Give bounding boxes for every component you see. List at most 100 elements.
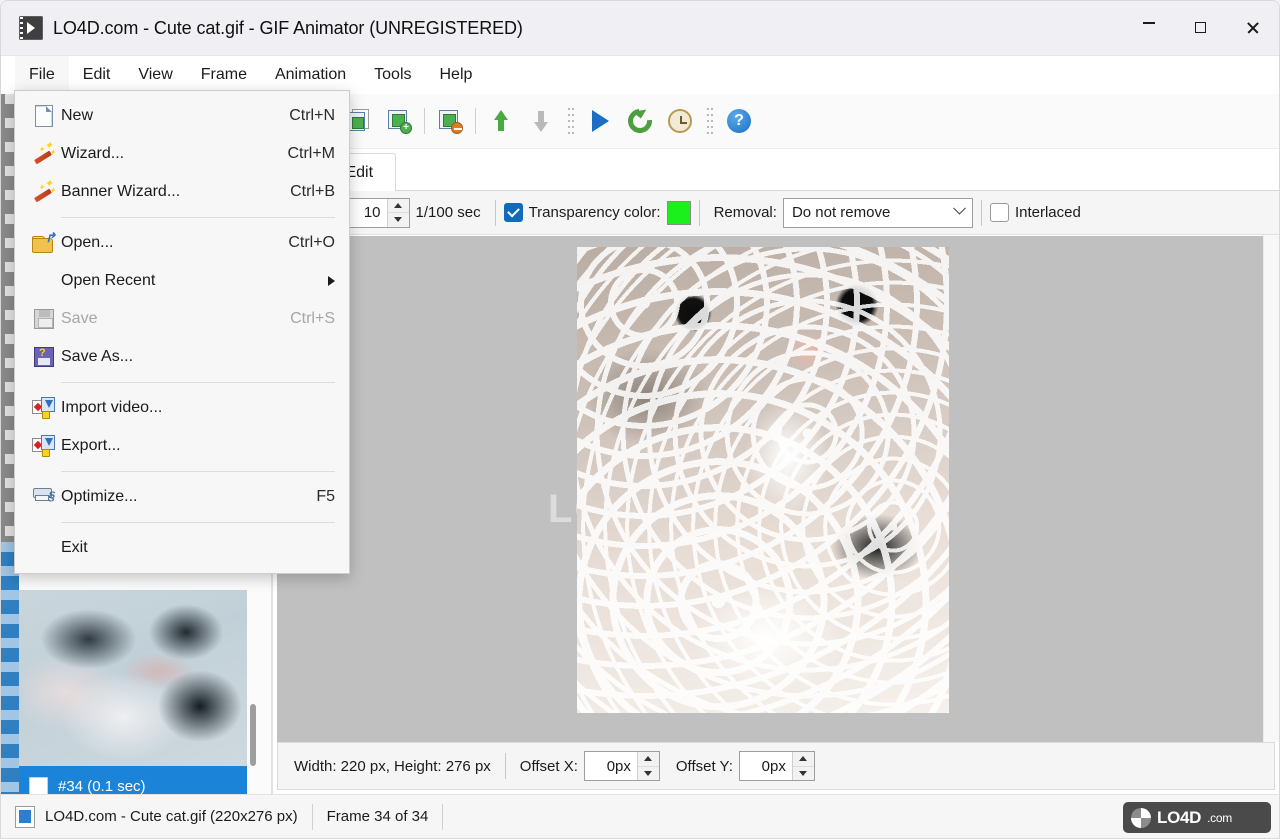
offset-x-input[interactable] (584, 752, 637, 780)
menu-file[interactable]: File (15, 56, 69, 94)
menu-view[interactable]: View (124, 56, 186, 94)
menu-item-export[interactable]: Export... (15, 427, 349, 465)
transparency-color-swatch[interactable] (666, 200, 691, 225)
menu-item-open-recent[interactable]: Open Recent (15, 262, 349, 300)
magic-wand-icon: ✦ ✦ ✦ (27, 141, 61, 166)
property-separator (698, 199, 700, 226)
removal-label: Removal: (713, 204, 777, 221)
canvas-area[interactable]: LO4D.com LO4D.com (277, 236, 1263, 742)
toolbar: + ? (273, 94, 1279, 149)
offset-y-label: Offset Y: (675, 757, 733, 775)
delete-frame-icon (437, 108, 463, 134)
delay-increment-button[interactable] (387, 199, 409, 213)
toolbar-separator (424, 108, 425, 134)
offset-x-increment-button[interactable] (637, 752, 659, 767)
frame-image-texture (577, 247, 949, 713)
delay-stepper-arrows[interactable] (386, 198, 409, 227)
menu-edit[interactable]: Edit (69, 56, 125, 94)
title-bar: LO4D.com - Cute cat.gif - GIF Animator (… (1, 1, 1279, 56)
add-frame-icon: + (386, 108, 412, 134)
delete-frame-button[interactable] (431, 102, 469, 140)
help-button[interactable]: ? (720, 102, 758, 140)
menu-item-label: Save As... (61, 348, 134, 365)
interlaced-checkbox[interactable] (989, 203, 1009, 222)
offset-y-increment-button[interactable] (792, 752, 814, 767)
offset-x-decrement-button[interactable] (638, 767, 659, 781)
loop-button[interactable] (621, 102, 659, 140)
offset-y-stepper[interactable] (738, 751, 815, 781)
close-button[interactable] (1227, 1, 1279, 55)
minimize-button[interactable] (1123, 1, 1175, 55)
menu-item-import-video[interactable]: Import video... (15, 389, 349, 427)
size-bar: Width: 220 px, Height: 276 px Offset X: … (277, 742, 1275, 790)
size-separator (504, 753, 506, 779)
status-separator (442, 803, 444, 830)
menu-help[interactable]: Help (426, 56, 487, 94)
menu-item-banner-wizard[interactable]: ✦ ✦ ✦ Banner Wizard... Ctrl+B (15, 173, 349, 211)
menu-item-label: New (61, 107, 94, 124)
document-icon (15, 805, 35, 828)
save-as-disk-icon (27, 347, 61, 367)
maximize-button[interactable] (1175, 1, 1227, 55)
offset-x-stepper[interactable] (583, 751, 660, 781)
move-frame-up-button[interactable] (482, 102, 520, 140)
removal-value: Do not remove (791, 204, 891, 221)
frames-scrollbar-thumb[interactable] (250, 704, 256, 766)
menu-item-accelerator: Ctrl+M (287, 145, 335, 162)
title-bar-left: LO4D.com - Cute cat.gif - GIF Animator (… (1, 16, 1123, 40)
help-icon: ? (727, 109, 751, 133)
move-down-icon (534, 110, 548, 132)
offset-y-stepper-arrows[interactable] (791, 752, 814, 781)
frame-thumbnail-selected[interactable]: #34 (0.1 sec) (19, 590, 251, 794)
close-icon (1247, 22, 1259, 34)
menu-item-save-as[interactable]: Save As... (15, 338, 349, 376)
editor-panel: + ? Edit 10 1/100 sec Transparency color… (209, 94, 1279, 794)
minimize-icon (1143, 22, 1155, 34)
import-video-icon (27, 397, 61, 419)
menu-item-wizard[interactable]: ✦ ✦ ✦ Wizard... Ctrl+M (15, 135, 349, 173)
menu-item-label: Export... (61, 437, 121, 454)
frame-property-bar: Delay: 1/100 sec Transparency color: Rem… (273, 191, 1279, 235)
move-frame-down-button[interactable] (522, 102, 560, 140)
delay-decrement-button[interactable] (388, 213, 409, 227)
menu-animation[interactable]: Animation (261, 56, 360, 94)
menu-item-new[interactable]: New Ctrl+N (15, 97, 349, 135)
offset-x-stepper-arrows[interactable] (636, 752, 659, 781)
menu-item-optimize[interactable]: § Optimize... F5 (15, 478, 349, 516)
canvas-scrollbar[interactable] (1263, 235, 1279, 742)
move-up-icon (494, 110, 508, 132)
menu-item-open[interactable]: ↱ Open... Ctrl+O (15, 224, 349, 262)
toolbar-grip[interactable] (567, 106, 574, 136)
save-disk-icon (27, 309, 61, 329)
menu-item-label: Open Recent (61, 272, 156, 289)
file-menu-dropdown: New Ctrl+N ✦ ✦ ✦ Wizard... Ctrl+M ✦ ✦ ✦ Bann… (14, 90, 350, 574)
transparency-label: Transparency color: (528, 204, 661, 221)
toolbar-grip[interactable] (706, 106, 713, 136)
transparency-checkbox[interactable] (503, 203, 523, 222)
frame-image-canvas[interactable] (577, 247, 949, 713)
loop-icon (623, 104, 657, 138)
menu-frame[interactable]: Frame (187, 56, 261, 94)
menu-item-accelerator: Ctrl+O (288, 234, 335, 251)
play-icon (591, 110, 609, 132)
chevron-down-icon (953, 201, 966, 215)
status-frame-text: Frame 34 of 34 (326, 808, 429, 825)
menu-item-accelerator: Ctrl+S (290, 310, 335, 327)
property-separator (980, 199, 982, 226)
offset-y-input[interactable] (739, 752, 792, 780)
status-file-text: LO4D.com - Cute cat.gif (220x276 px) (45, 808, 298, 825)
offset-y-decrement-button[interactable] (793, 767, 814, 781)
play-animation-button[interactable] (581, 102, 619, 140)
editor-tabs: Compose Edit (209, 149, 1279, 191)
clock-icon (668, 109, 692, 133)
timing-button[interactable] (661, 102, 699, 140)
menu-item-exit[interactable]: Exit (15, 529, 349, 567)
frame-select-checkbox[interactable] (29, 776, 48, 794)
menu-tools[interactable]: Tools (360, 56, 425, 94)
magic-wand-icon: ✦ ✦ ✦ (27, 179, 61, 204)
add-frame-button[interactable]: + (380, 102, 418, 140)
property-separator (494, 199, 496, 226)
menu-item-accelerator: Ctrl+B (290, 183, 335, 200)
removal-dropdown[interactable]: Do not remove (782, 197, 973, 228)
canvas-wrapper: LO4D.com LO4D.com (273, 235, 1279, 742)
